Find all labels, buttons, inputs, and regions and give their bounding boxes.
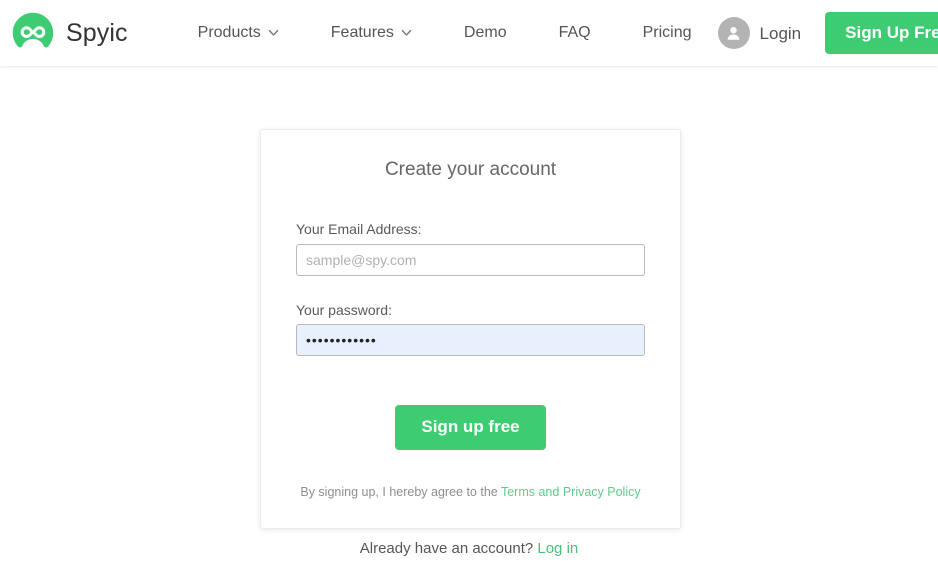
terms-and-privacy-policy-link[interactable]: Terms and Privacy Policy	[501, 485, 641, 499]
brand-name: Spyic	[66, 18, 128, 47]
nav-item-products[interactable]: Products	[172, 25, 305, 41]
page-body: Create your account Your Email Address: …	[0, 66, 938, 579]
infinity-logo-icon	[12, 12, 54, 54]
password-input[interactable]	[296, 324, 645, 357]
nav-label-faq: FAQ	[558, 24, 591, 41]
email-field-label: Your Email Address:	[296, 220, 422, 237]
login-label: Login	[759, 23, 802, 43]
email-field-group: Your Email Address:	[296, 221, 645, 276]
chevron-down-icon	[268, 27, 279, 38]
signup-free-button[interactable]: Sign Up Free	[825, 11, 938, 55]
chevron-down-icon	[401, 27, 412, 38]
page-title: Create your account	[384, 159, 557, 180]
nav-label-features: Features	[330, 24, 394, 41]
nav-label-products: Products	[197, 24, 261, 41]
nav-label-demo: Demo	[463, 24, 507, 41]
brand-logo-link[interactable]: Spyic	[12, 12, 128, 54]
existing-account-prompt: Already have an account?	[359, 540, 534, 557]
password-field-label: Your password:	[296, 301, 392, 318]
terms-text: By signing up, I hereby agree to the	[300, 485, 498, 500]
terms-notice: By signing up, I hereby agree to the Ter…	[296, 484, 645, 500]
submit-row: Sign up free	[296, 405, 645, 451]
site-header: Spyic Products Features Demo FAQ Pricing…	[0, 0, 938, 66]
sign-up-free-submit-button[interactable]: Sign up free	[395, 405, 546, 451]
header-actions: Login Sign Up Free	[717, 11, 938, 55]
existing-account-row: Already have an account? Log in	[0, 540, 938, 558]
nav-item-faq[interactable]: FAQ	[533, 25, 617, 41]
log-in-link[interactable]: Log in	[537, 540, 578, 557]
email-input[interactable]	[296, 243, 645, 276]
nav-item-demo[interactable]: Demo	[438, 25, 533, 41]
signup-card: Create your account Your Email Address: …	[260, 129, 681, 529]
main-navigation: Products Features Demo FAQ Pricing	[172, 25, 718, 41]
nav-item-features[interactable]: Features	[305, 25, 438, 41]
user-avatar-icon	[717, 17, 750, 49]
login-link[interactable]: Login	[717, 17, 802, 49]
password-field-group: Your password:	[296, 302, 645, 357]
nav-item-pricing[interactable]: Pricing	[617, 25, 718, 41]
nav-label-pricing: Pricing	[642, 24, 692, 41]
